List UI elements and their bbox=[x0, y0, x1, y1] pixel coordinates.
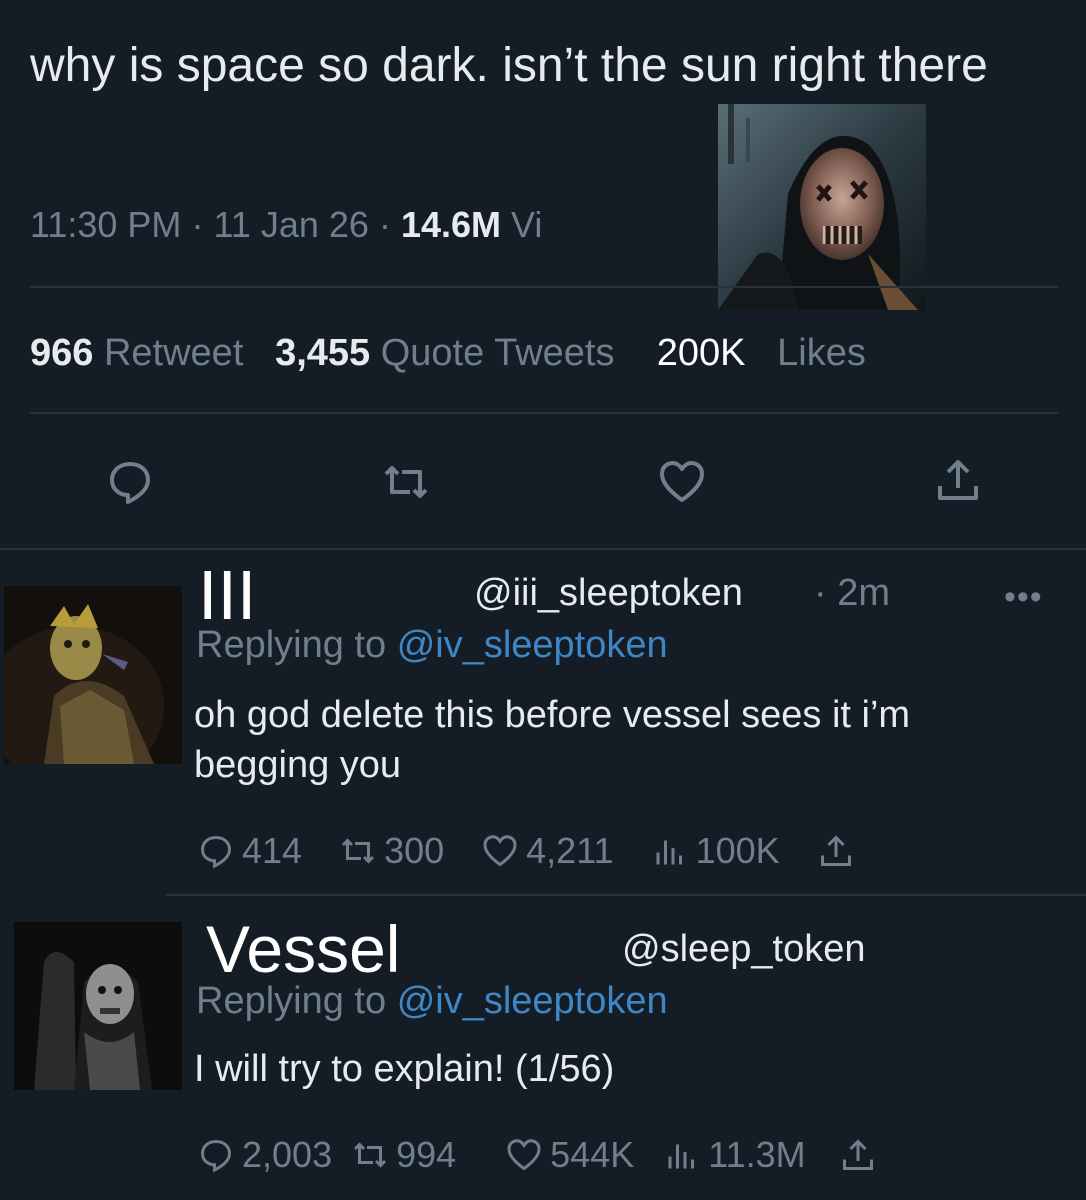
tweet-views-label: Vi bbox=[511, 204, 543, 245]
reply-author-name[interactable]: Vessel bbox=[206, 914, 400, 984]
retweet-count: 994 bbox=[396, 1134, 457, 1175]
like-icon bbox=[660, 461, 704, 502]
like-icon bbox=[482, 833, 518, 869]
reply-author-handle[interactable]: @sleep_token bbox=[622, 928, 866, 971]
quotes-count[interactable]: 3,455 bbox=[275, 332, 370, 374]
reply-text: oh god delete this before vessel sees it… bbox=[194, 694, 911, 786]
like-button[interactable]: 4,211 bbox=[482, 830, 614, 872]
views-icon bbox=[664, 1137, 700, 1173]
replying-to: Replying to @iv_sleeptoken bbox=[196, 980, 668, 1023]
divider bbox=[30, 412, 1058, 414]
likes-label[interactable]: Likes bbox=[777, 332, 866, 374]
reply-count: 2,003 bbox=[242, 1134, 333, 1175]
divider bbox=[166, 894, 1086, 896]
replying-to-handle[interactable]: @iv_sleeptoken bbox=[397, 624, 668, 666]
avatar[interactable] bbox=[14, 922, 182, 1090]
meta-sep: · bbox=[191, 204, 204, 245]
views-icon bbox=[652, 833, 688, 869]
tweet-stats: 966 Retweet 3,455 Quote Tweets 200K Like… bbox=[30, 332, 866, 375]
retweet-icon bbox=[352, 1137, 388, 1173]
replying-to: Replying to @iv_sleeptoken bbox=[196, 624, 668, 667]
tweet-time: 11:30 PM bbox=[30, 204, 182, 245]
divider bbox=[30, 286, 1058, 288]
meta-sep: · bbox=[378, 204, 391, 245]
share-button[interactable] bbox=[818, 833, 862, 869]
retweets-count[interactable]: 966 bbox=[30, 332, 93, 374]
tweet-text: why is space so dark. isn’t the sun righ… bbox=[30, 39, 988, 92]
share-icon bbox=[818, 833, 854, 869]
quotes-label[interactable]: Quote Tweets bbox=[381, 332, 615, 374]
more-icon[interactable]: ••• bbox=[1004, 578, 1043, 617]
tweet-meta: 11:30 PM · 11 Jan 26 · 14.6M Vi bbox=[30, 204, 542, 246]
reply-actions: 414 300 4,211 100K bbox=[198, 830, 900, 872]
replying-to-label: Replying to bbox=[196, 980, 387, 1022]
like-icon bbox=[506, 1137, 542, 1173]
share-button[interactable] bbox=[840, 1137, 884, 1173]
retweet-icon bbox=[340, 833, 376, 869]
avatar[interactable] bbox=[4, 586, 182, 764]
retweet-icon bbox=[384, 466, 428, 498]
replying-to-handle[interactable]: @iv_sleeptoken bbox=[397, 980, 668, 1022]
retweets-label[interactable]: Retweet bbox=[104, 332, 243, 374]
reply-icon bbox=[110, 462, 150, 504]
like-button[interactable]: 544K bbox=[506, 1134, 634, 1176]
reply-author-name[interactable]: III bbox=[198, 560, 256, 630]
share-icon bbox=[938, 460, 978, 500]
reply-text: I will try to explain! (1/56) bbox=[194, 1048, 615, 1090]
share-button[interactable] bbox=[934, 456, 982, 504]
divider bbox=[0, 548, 1086, 550]
likes-count[interactable]: 200K bbox=[657, 332, 746, 374]
reply-button[interactable]: 2,003 bbox=[198, 1134, 332, 1176]
reply-count: 414 bbox=[242, 830, 303, 871]
reply-button[interactable]: 414 bbox=[198, 830, 302, 872]
reply-icon bbox=[198, 833, 234, 869]
views-button[interactable]: 100K bbox=[652, 830, 780, 872]
replying-to-label: Replying to bbox=[196, 624, 387, 666]
reply-button[interactable] bbox=[106, 458, 154, 506]
tweet-date: 11 Jan 26 bbox=[213, 204, 369, 245]
reply-author-handle[interactable]: @iii_sleeptoken bbox=[474, 572, 743, 615]
reply-actions: 2,003 994 544K 11.3M bbox=[198, 1134, 922, 1176]
like-count: 544K bbox=[550, 1134, 635, 1175]
views-count: 100K bbox=[695, 830, 780, 871]
reply-age: · 2m bbox=[814, 572, 890, 614]
views-count: 11.3M bbox=[708, 1134, 806, 1175]
retweet-button[interactable]: 300 bbox=[340, 830, 444, 872]
like-count: 4,211 bbox=[526, 830, 614, 871]
tweet-views-count: 14.6M bbox=[400, 204, 502, 245]
retweet-button[interactable] bbox=[382, 458, 430, 506]
like-button[interactable] bbox=[658, 458, 706, 506]
views-button[interactable]: 11.3M bbox=[664, 1134, 806, 1176]
share-icon bbox=[840, 1137, 876, 1173]
masked-figure-image bbox=[718, 104, 926, 310]
retweet-button[interactable]: 994 bbox=[352, 1134, 456, 1176]
retweet-count: 300 bbox=[384, 830, 445, 871]
reply-icon bbox=[198, 1137, 234, 1173]
